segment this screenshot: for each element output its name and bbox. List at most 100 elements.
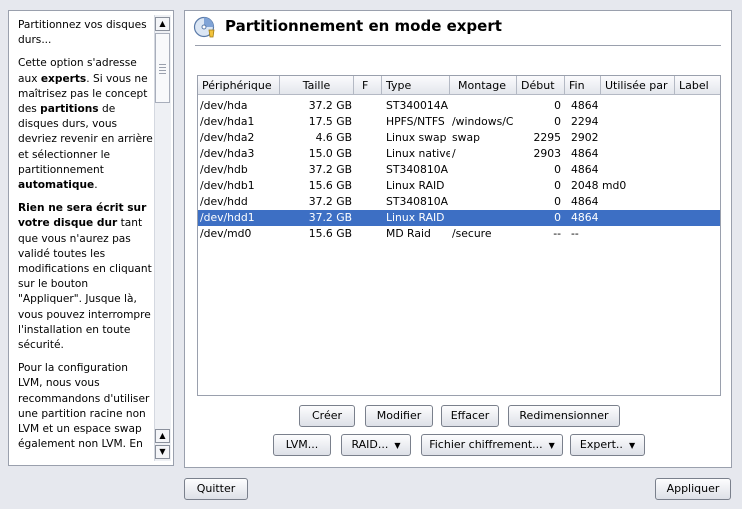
expert-dropdown-button[interactable]: Expert.. ▼: [570, 434, 645, 456]
help-scrollbar[interactable]: ▲ ▲ ▼: [154, 15, 171, 461]
cell-mount: /windows/C: [452, 115, 514, 128]
cell-used-by: [602, 162, 672, 178]
cell-start: 0: [554, 179, 561, 192]
table-row[interactable]: /dev/hda2 4.6 GB Linux swap swap 2295 2902: [198, 130, 720, 146]
cell-end: --: [571, 227, 579, 240]
table-row[interactable]: /dev/hdb 37.2 GB ST340810A 0 4864: [198, 162, 720, 178]
cell-f: [358, 146, 378, 162]
cell-f: [358, 194, 378, 210]
cell-f: [358, 210, 378, 226]
help-text: Partitionnez vos disques durs... Cette o…: [18, 18, 154, 460]
cell-label: [678, 194, 718, 210]
column-header-type[interactable]: Type: [382, 76, 450, 95]
table-row[interactable]: /dev/hda3 15.0 GB Linux native/ 2903 4864: [198, 146, 720, 162]
cell-f: [358, 162, 378, 178]
table-header: Périphérique Taille F Type Montage Début…: [198, 76, 720, 95]
cell-label: [678, 226, 718, 242]
cell-used-by: [602, 226, 672, 242]
column-header-device[interactable]: Périphérique: [198, 76, 280, 95]
cell-mount: [452, 98, 514, 114]
column-header-size[interactable]: Taille: [280, 76, 354, 95]
help-paragraph: Cette option s'adresse aux experts. Si v…: [18, 56, 154, 193]
cell-used-by: md0: [602, 179, 627, 192]
cell-size: 37.2 GB: [308, 195, 352, 208]
cell-type: Linux RAID: [386, 179, 445, 192]
delete-button[interactable]: Effacer: [441, 405, 499, 427]
table-body: /dev/hda 37.2 GB ST340014A 0 4864/dev/hda1 17…: [198, 98, 720, 242]
cell-mount: swap: [452, 131, 480, 144]
lvm-button[interactable]: LVM...: [273, 434, 331, 456]
cell-mount: [452, 210, 514, 226]
table-row[interactable]: /dev/hdb1 15.6 GB Linux RAID 0 2048 md0: [198, 178, 720, 194]
table-row[interactable]: /dev/hda 37.2 GB ST340014A 0 4864: [198, 98, 720, 114]
encryption-dropdown-button[interactable]: Fichier chiffrement... ▼: [421, 434, 563, 456]
column-header-mount[interactable]: Montage: [450, 76, 517, 95]
cell-device: /dev/hdd: [200, 195, 248, 208]
scroll-up-arrow-icon[interactable]: ▲: [155, 17, 170, 31]
modify-button-label: Modifier: [376, 409, 422, 422]
cell-type: ST340014A: [386, 99, 449, 112]
cell-end: 4864: [571, 195, 599, 208]
cell-mount: [452, 178, 514, 194]
cell-device: /dev/md0: [200, 227, 252, 240]
resize-button[interactable]: Redimensionner: [508, 405, 620, 427]
table-row[interactable]: /dev/md0 15.6 GB MD Raid/secure -- --: [198, 226, 720, 242]
divider: [195, 45, 721, 46]
create-button-label: Créer: [311, 409, 343, 422]
cell-end: 4864: [571, 147, 599, 160]
cell-used-by: [602, 114, 672, 130]
cell-device: /dev/hdb: [200, 163, 248, 176]
quit-button[interactable]: Quitter: [184, 478, 248, 500]
column-header-label[interactable]: Label: [675, 76, 720, 95]
cell-device: /dev/hda3: [200, 147, 255, 160]
cell-used-by: [602, 98, 672, 114]
column-header-used-by[interactable]: Utilisée par: [601, 76, 675, 95]
cell-start: 0: [554, 115, 561, 128]
cell-size: 37.2 GB: [308, 163, 352, 176]
dropdown-arrow-icon: ▼: [628, 441, 636, 450]
help-paragraph: Partitionnez vos disques durs...: [18, 19, 147, 47]
cell-start: 0: [554, 211, 561, 224]
cell-type: ST340810A: [386, 163, 449, 176]
cell-size: 17.5 GB: [308, 115, 352, 128]
cell-mount: [452, 162, 514, 178]
cell-start: 2295: [533, 131, 561, 144]
cell-end: 2294: [571, 115, 599, 128]
cell-type: HPFS/NTFS: [386, 115, 445, 128]
modify-button[interactable]: Modifier: [365, 405, 433, 427]
scroll-down-arrow-icon[interactable]: ▼: [155, 445, 170, 459]
create-button[interactable]: Créer: [299, 405, 355, 427]
help-bold-run: partitions: [40, 103, 99, 116]
cell-f: [358, 178, 378, 194]
cell-label: [678, 210, 718, 226]
cell-device: /dev/hdd1: [200, 211, 255, 224]
cell-label: [678, 178, 718, 194]
table-row[interactable]: /dev/hdd1 37.2 GB Linux RAID 0 4864: [198, 210, 720, 226]
cell-start: 2903: [533, 147, 561, 160]
table-row[interactable]: /dev/hdd 37.2 GB ST340810A 0 4864: [198, 194, 720, 210]
dropdown-arrow-icon: ▼: [394, 441, 401, 450]
cell-size: 15.0 GB: [308, 147, 352, 160]
cell-type: MD Raid: [386, 227, 431, 240]
partition-table[interactable]: Périphérique Taille F Type Montage Début…: [197, 75, 721, 396]
column-header-flags[interactable]: F: [354, 76, 382, 95]
cell-used-by: [602, 194, 672, 210]
apply-button[interactable]: Appliquer: [655, 478, 731, 500]
cell-start: 0: [554, 99, 561, 112]
cell-used-by: [602, 130, 672, 146]
cell-start: 0: [554, 163, 561, 176]
table-row[interactable]: /dev/hda1 17.5 GB HPFS/NTFS/windows/C 0 2294: [198, 114, 720, 130]
help-text-run: tant que vous n'aurez pas validé toutes …: [18, 217, 152, 352]
help-panel[interactable]: Partitionnez vos disques durs... Cette o…: [8, 10, 174, 466]
cell-size: 37.2 GB: [308, 99, 352, 112]
cell-label: [678, 114, 718, 130]
cell-type: Linux swap: [386, 131, 447, 144]
raid-button-label: RAID...: [351, 438, 389, 451]
disk-partition-icon: [193, 16, 215, 38]
scroll-up-arrow-icon[interactable]: ▲: [155, 429, 170, 443]
column-header-start[interactable]: Début: [517, 76, 565, 95]
scroll-thumb[interactable]: [155, 33, 170, 103]
cell-start: 0: [554, 195, 561, 208]
raid-dropdown-button[interactable]: RAID... ▼: [341, 434, 411, 456]
column-header-end[interactable]: Fin: [565, 76, 601, 95]
